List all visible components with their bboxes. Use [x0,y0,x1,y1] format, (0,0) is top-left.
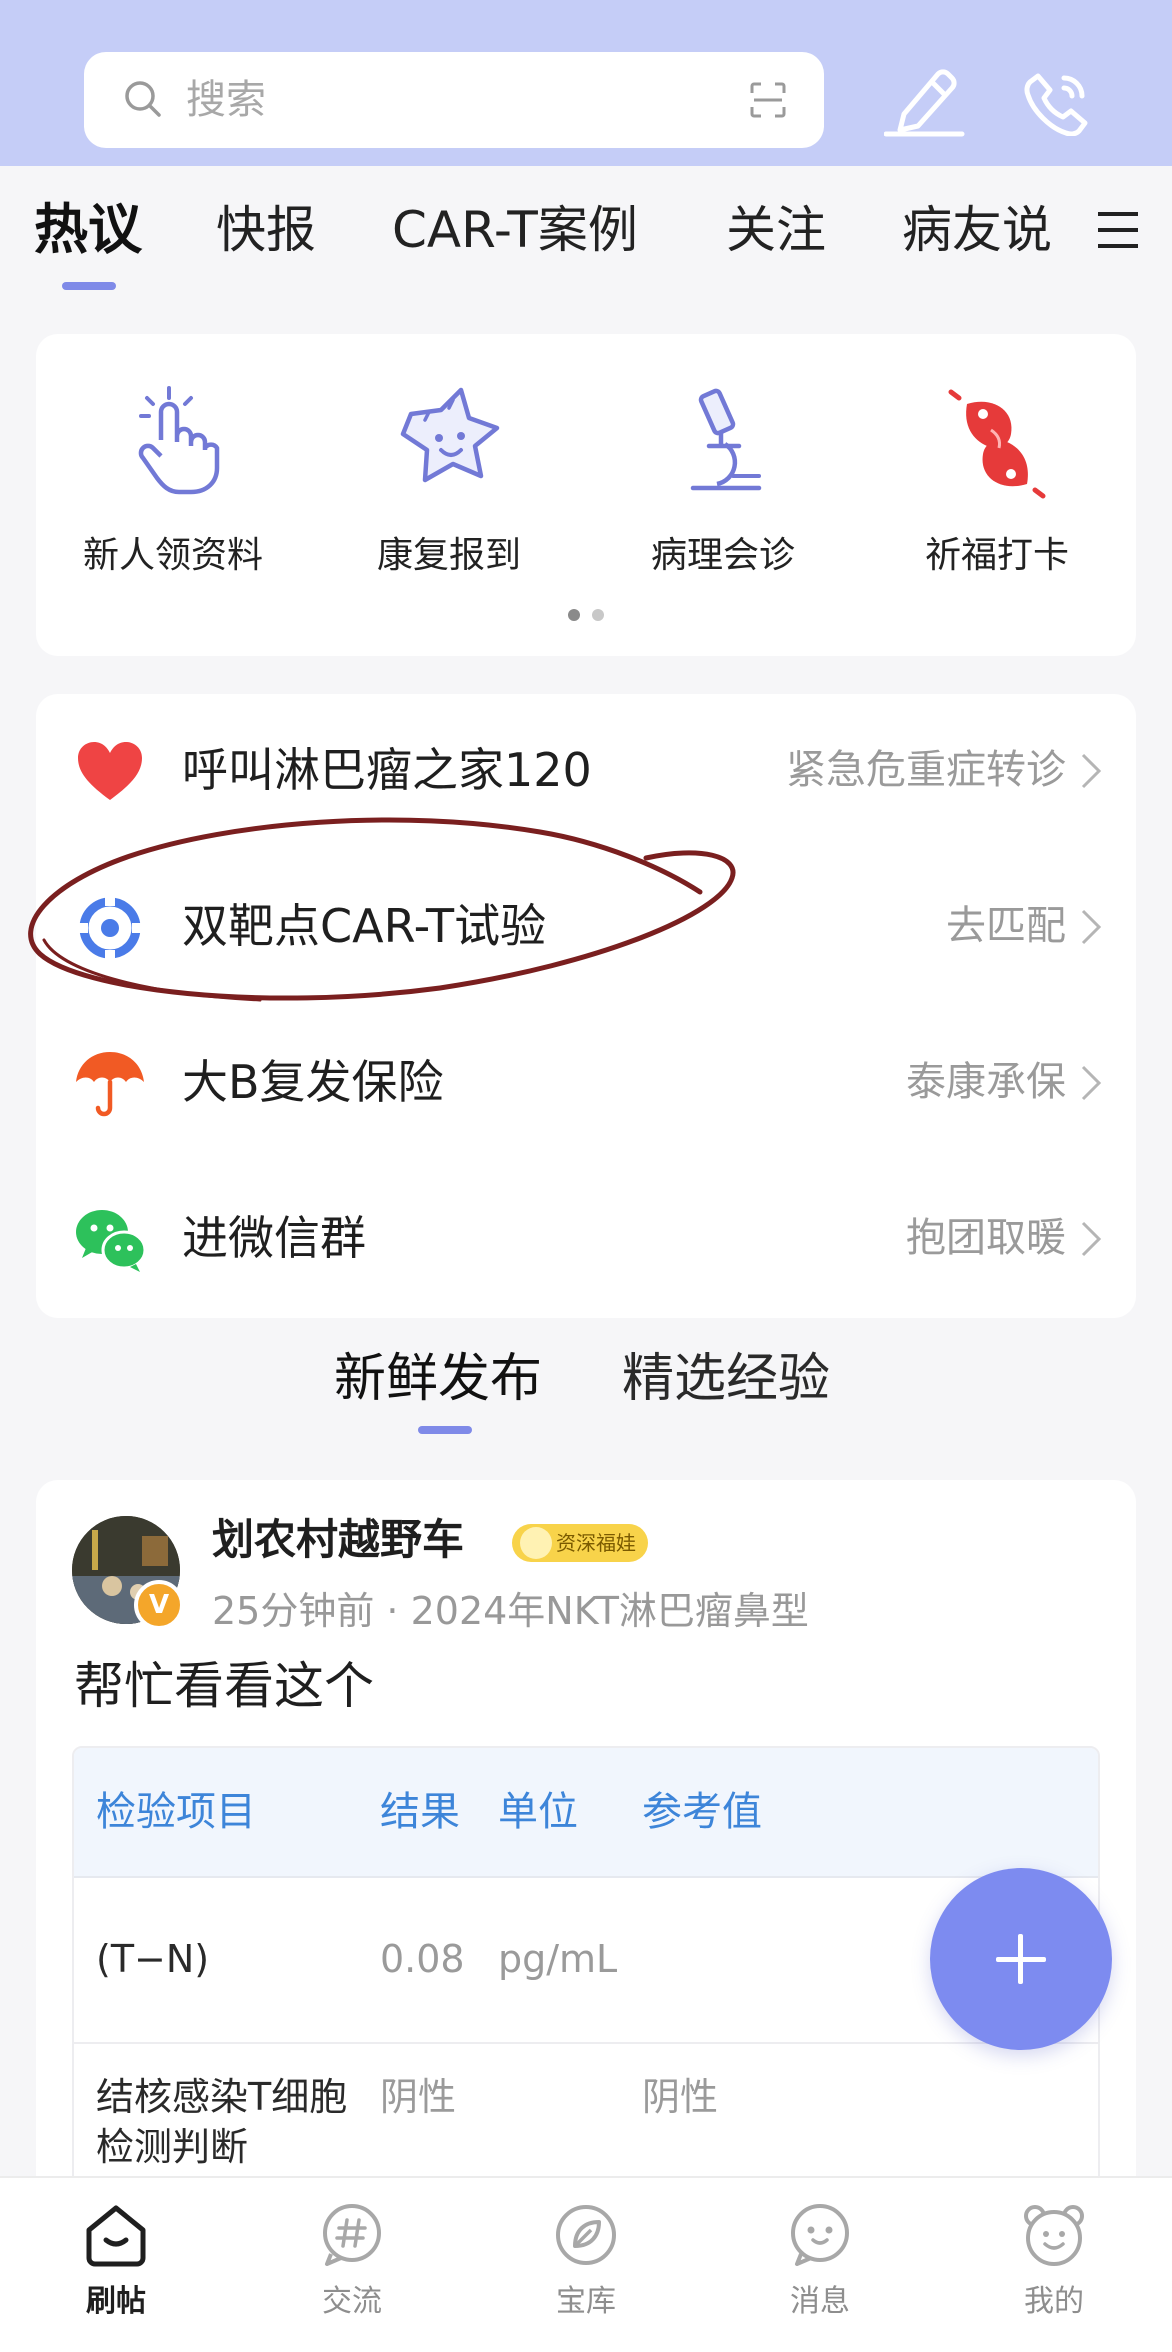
table-cell: 结核感染T细胞检测判断 [96,2075,348,2169]
hashtag-icon [323,2204,381,2266]
post-meta: 25分钟前 · 2024年NKT淋巴瘤鼻型 [212,1589,809,1633]
rank-badge: 资深福娃 [512,1524,648,1562]
nav-label: 刷帖 [86,2284,146,2319]
nav-profile[interactable]: 我的 [974,2200,1134,2322]
table-cell: 阴性 [642,2075,719,2119]
nav-label: 宝库 [556,2284,616,2319]
table-cell: 0.08 [380,1937,465,1981]
column-header: 结果 [380,1789,460,1835]
table-cell: 阴性 [380,2075,457,2119]
column-header: 检验项目 [96,1789,256,1835]
nav-treasury[interactable]: 宝库 [506,2200,666,2322]
feed-tab-indicator [418,1426,472,1434]
new-post-button[interactable] [930,1868,1112,2050]
column-header: 参考值 [642,1789,762,1835]
post-text: 帮忙看看这个 [74,1657,374,1715]
chat-face-icon [791,2204,849,2266]
home-icon [86,2205,146,2267]
bottom-nav: 刷帖 交流 宝库 消息 我的 [0,2176,1172,2352]
shirt-icon [520,1527,552,1559]
compass-leaf-icon [556,2205,616,2265]
column-header: 单位 [498,1789,578,1835]
feed-tab-featured[interactable]: 精选经验 [622,1346,830,1412]
nav-community[interactable]: 交流 [272,2200,432,2322]
post-author[interactable]: 划农村越野车 [212,1510,464,1570]
nav-messages[interactable]: 消息 [740,2200,900,2322]
nav-label: 交流 [322,2284,382,2319]
table-cell: (T−N) [96,1937,210,1981]
nav-feed[interactable]: 刷帖 [36,2200,196,2322]
nav-label: 消息 [790,2284,850,2319]
bear-face-icon [1024,2205,1084,2266]
table-header: 检验项目 结果 单位 参考值 [74,1748,1098,1878]
feed-tab-latest[interactable]: 新鲜发布 [334,1346,542,1412]
rank-label: 资深福娃 [556,1531,636,1555]
table-cell: pg/mL [498,1937,618,1981]
nav-label: 我的 [1024,2284,1084,2319]
verified-badge: V [134,1580,184,1630]
